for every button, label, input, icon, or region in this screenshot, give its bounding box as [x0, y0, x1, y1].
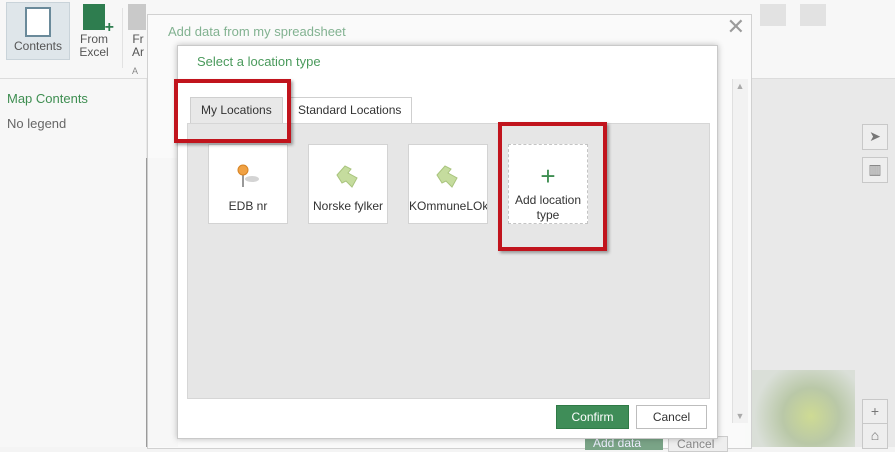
map-contents-pane: Map Contents No legend — [0, 79, 146, 447]
tab-my-locations[interactable]: My Locations — [190, 97, 283, 124]
scroll-down-icon[interactable]: ▼ — [735, 411, 745, 421]
select-arrow-icon[interactable]: ➤ — [862, 124, 888, 150]
location-tile-kommunelok[interactable]: KOmmuneLOk — [408, 144, 488, 224]
dialog-title: Select a location type — [197, 54, 321, 69]
outer-modal-title: Add data from my spreadsheet — [168, 24, 346, 39]
zoom-in-button[interactable]: + — [862, 399, 888, 425]
location-tile-norske-fylker[interactable]: Norske fylker — [308, 144, 388, 224]
polygon-icon — [436, 165, 458, 188]
from-excel-button[interactable]: From Excel — [74, 4, 114, 59]
tile-label: KOmmuneLOk — [409, 199, 487, 213]
from-excel-label: From Excel — [79, 32, 109, 59]
select-location-type-dialog: Select a location type My Locations Stan… — [177, 45, 718, 439]
tab-standard-locations[interactable]: Standard Locations — [287, 97, 413, 124]
polygon-icon — [336, 165, 358, 188]
add-location-type-label: Add location type — [514, 193, 582, 222]
excel-icon — [83, 4, 114, 34]
tile-label: EDB nr — [228, 199, 268, 213]
ribbon-separator — [122, 8, 123, 68]
map-layers-icon[interactable]: ▥ — [862, 157, 888, 183]
cancel-button[interactable]: Cancel — [636, 405, 707, 429]
contents-button[interactable]: Contents — [6, 2, 70, 60]
ribbon-tool-icon[interactable] — [800, 4, 826, 26]
map-contents-title: Map Contents — [7, 91, 88, 106]
add-location-type-tile[interactable]: + Add location type — [508, 144, 588, 224]
from-arcgis-label: Fr Ar — [132, 32, 144, 59]
close-icon[interactable]: ✕ — [727, 16, 745, 38]
ribbon-group-label: A — [132, 66, 139, 76]
plus-icon: + — [540, 161, 556, 191]
arcgis-icon — [128, 4, 146, 30]
map-land — [745, 370, 855, 447]
ribbon-tool-icon[interactable] — [760, 4, 786, 26]
from-arcgis-button[interactable]: Fr Ar — [128, 4, 148, 59]
location-types-panel: EDB nr Norske fylker KOmmuneLOk + Add lo… — [187, 123, 710, 399]
tile-label: Norske fylker — [312, 199, 383, 213]
location-tile-edb-nr[interactable]: EDB nr — [208, 144, 288, 224]
home-icon[interactable]: ⌂ — [862, 423, 888, 449]
contents-label: Contents — [13, 39, 63, 53]
pin-icon — [237, 164, 259, 187]
scroll-up-icon[interactable]: ▲ — [735, 81, 745, 91]
confirm-button[interactable]: Confirm — [556, 405, 629, 429]
vertical-scrollbar[interactable]: ▲ ▼ — [732, 79, 748, 423]
no-legend-text: No legend — [7, 116, 67, 131]
contents-icon — [25, 7, 51, 37]
